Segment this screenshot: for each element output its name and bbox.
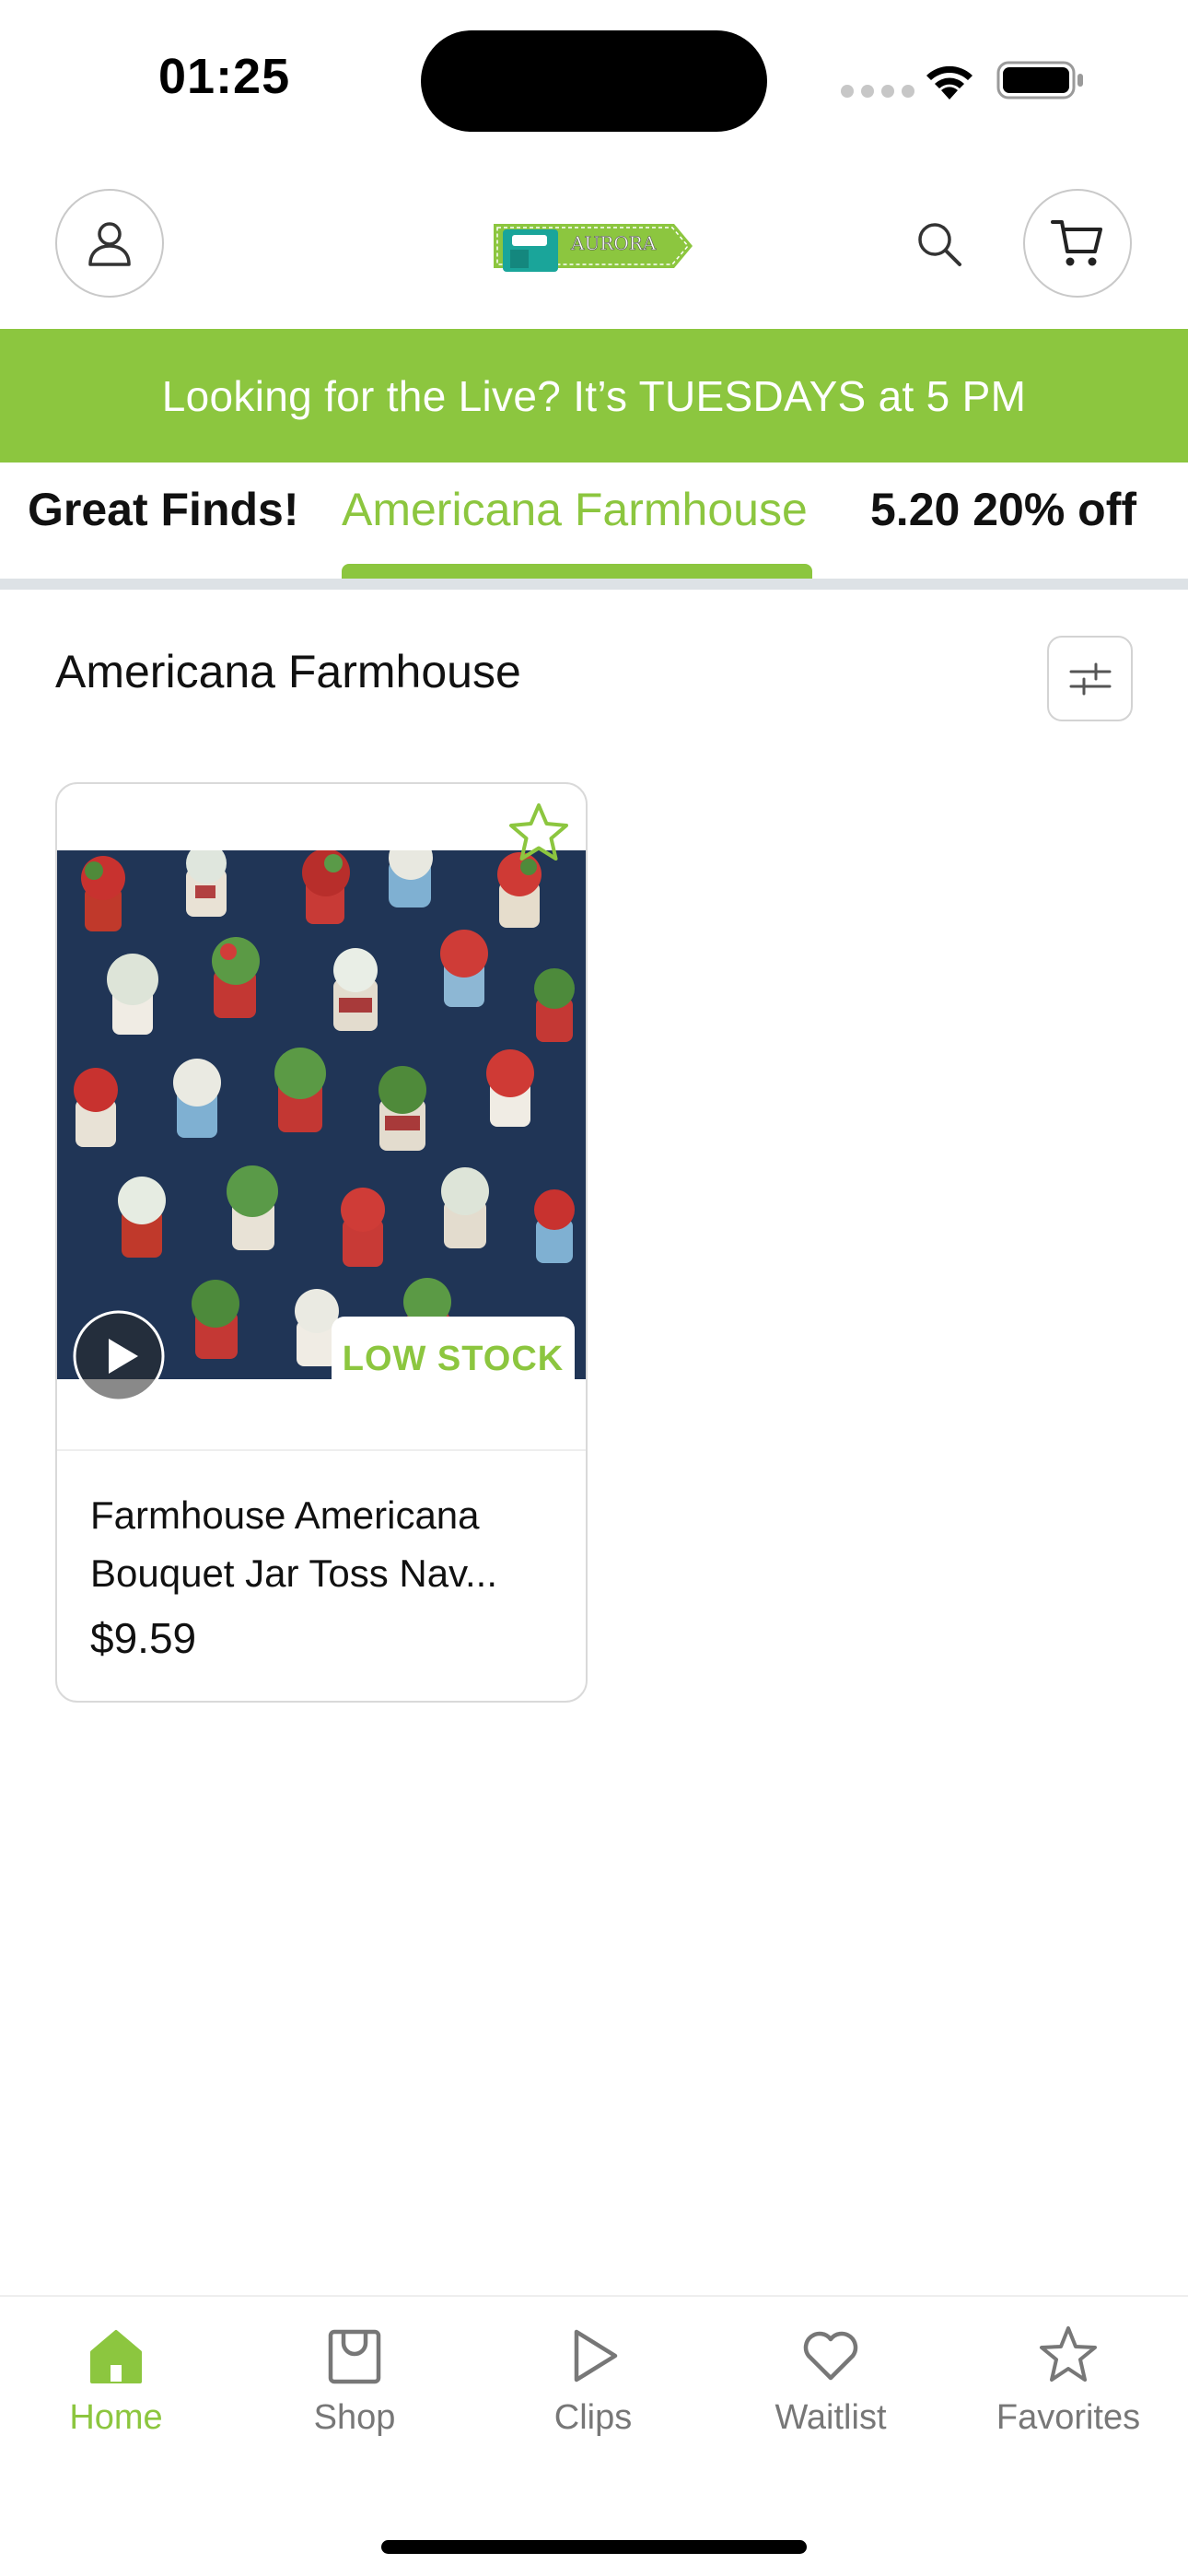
cart-icon — [1051, 220, 1102, 266]
home-icon — [90, 2330, 142, 2383]
nav-waitlist[interactable]: Waitlist — [729, 2324, 932, 2438]
cart-button[interactable] — [1023, 189, 1132, 298]
nav-favorites-label: Favorites — [996, 2398, 1141, 2437]
bottom-navigation: Home Shop Clips Waitlist Favorites — [0, 2295, 1188, 2576]
live-announcement-banner[interactable]: Looking for the Live? It’s TUESDAYS at 5… — [0, 329, 1188, 463]
nav-shop-label: Shop — [313, 2398, 396, 2437]
nav-clips[interactable]: Clips — [492, 2324, 694, 2438]
banner-text: Looking for the Live? It’s TUESDAYS at 5… — [161, 371, 1027, 420]
section-title: Americana Farmhouse — [55, 646, 521, 697]
logo-text: AURORA — [570, 232, 657, 254]
star-outline-icon[interactable] — [506, 800, 572, 866]
tab-americana-farmhouse[interactable]: Americana Farmhouse — [342, 483, 808, 536]
aurora-logo[interactable]: AURORA — [494, 213, 693, 279]
product-card[interactable]: LOW STOCK Farmhouse Americana Bouquet Ja… — [55, 782, 588, 1703]
wifi-icon — [926, 65, 973, 100]
low-stock-badge: LOW STOCK — [332, 1317, 575, 1401]
play-icon[interactable] — [72, 1309, 166, 1403]
stock-badge-label: LOW STOCK — [342, 1339, 565, 1378]
cellular-signal-icon — [841, 85, 914, 98]
filter-button[interactable] — [1047, 636, 1133, 721]
status-bar: 01:25 — [0, 0, 1188, 161]
sliders-icon — [1069, 662, 1111, 695]
nav-home-label: Home — [69, 2398, 163, 2437]
nav-clips-label: Clips — [553, 2398, 633, 2437]
fabric-pattern-image — [57, 850, 586, 1379]
tabs-divider — [0, 579, 1188, 590]
product-image[interactable] — [57, 850, 586, 1379]
app-header: AURORA — [0, 189, 1188, 327]
active-tab-indicator — [342, 564, 812, 579]
star-icon — [1040, 2326, 1097, 2382]
nav-favorites[interactable]: Favorites — [967, 2324, 1170, 2438]
product-name: Farmhouse Americana Bouquet Jar Toss Nav… — [90, 1493, 498, 1595]
home-indicator[interactable] — [381, 2540, 807, 2554]
play-triangle-icon — [574, 2329, 618, 2383]
tab-great-finds[interactable]: Great Finds! — [28, 483, 298, 536]
search-icon — [918, 223, 961, 266]
dynamic-island — [421, 30, 767, 132]
tab-sale[interactable]: 5.20 20% off — [870, 483, 1136, 536]
search-button[interactable] — [912, 217, 967, 272]
status-time: 01:25 — [158, 49, 291, 104]
user-icon — [88, 222, 131, 266]
profile-button[interactable] — [55, 189, 164, 298]
nav-waitlist-label: Waitlist — [775, 2398, 887, 2437]
heart-icon — [803, 2331, 858, 2381]
category-tabs: Great Finds! Americana Farmhouse 5.20 20… — [0, 463, 1188, 590]
nav-shop[interactable]: Shop — [253, 2324, 456, 2438]
battery-icon — [996, 61, 1083, 100]
shopping-bag-icon — [328, 2329, 381, 2384]
card-divider — [57, 1449, 586, 1451]
product-price: $9.59 — [90, 1614, 197, 1662]
nav-home[interactable]: Home — [15, 2324, 217, 2438]
